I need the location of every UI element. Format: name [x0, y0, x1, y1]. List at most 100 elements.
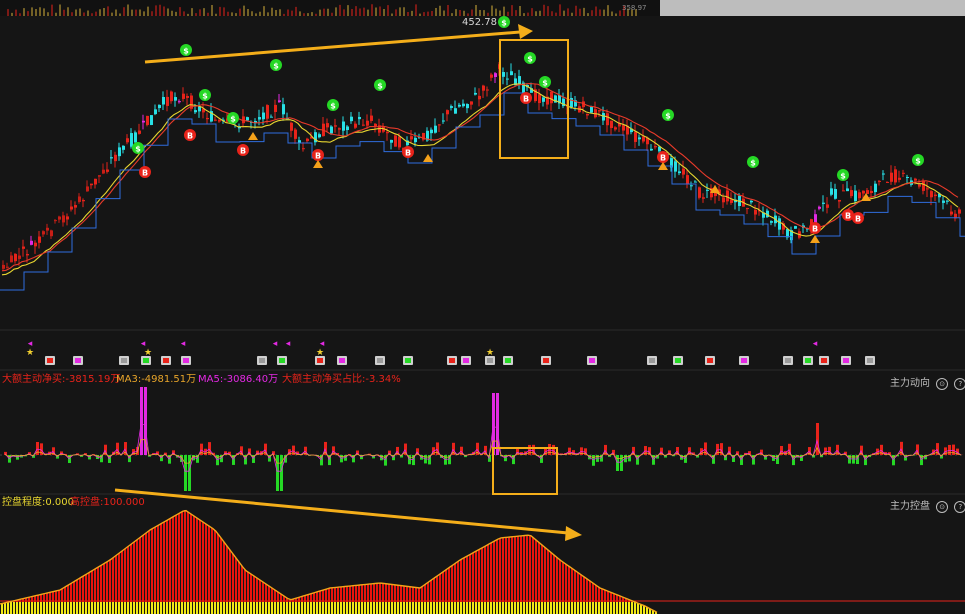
signal-glyph: ◂ [813, 339, 818, 349]
indicator-title-text: 主力动向 [890, 378, 930, 389]
candle-body [934, 194, 937, 197]
candle-body [218, 120, 221, 122]
signal-label: B [187, 132, 193, 141]
net-buy-bar [528, 444, 531, 455]
candle-body [818, 206, 821, 209]
candle-body [274, 104, 277, 113]
signal-label: $ [840, 172, 846, 181]
signal-label: B [660, 154, 666, 163]
candle-body [278, 100, 281, 102]
signal-label: $ [273, 62, 279, 71]
candle-body [390, 139, 393, 143]
legend-ma3: MA3:-4981.51万 [116, 374, 197, 385]
candle-body [86, 186, 89, 192]
candle-body [162, 97, 165, 105]
candle-body [330, 126, 333, 134]
candle-body [878, 180, 881, 182]
signal-label: B [405, 149, 411, 158]
candle-body [78, 196, 81, 202]
candle-body [862, 190, 865, 194]
control-title[interactable]: 主力控盘 ⊙ ? × [890, 497, 965, 513]
candle-body [510, 71, 513, 76]
candle-body [858, 192, 861, 199]
candle-body [30, 240, 33, 245]
legend-high-control: 高控盘:100.000 [70, 497, 145, 508]
signal-label: $ [527, 55, 533, 64]
help-icon[interactable]: ? [954, 378, 965, 390]
candle-body [586, 113, 589, 116]
candle-body [394, 135, 397, 147]
candle-body [870, 190, 873, 194]
candle-body [110, 157, 113, 159]
signal-label: $ [750, 159, 756, 168]
candle-body [634, 132, 637, 142]
net-buy-bar [492, 393, 495, 455]
candle-body [834, 189, 837, 199]
candle-body [446, 110, 449, 115]
candle-body [174, 97, 177, 101]
signal-chip-mark [339, 358, 345, 363]
candle-body [46, 227, 49, 231]
net-buy-bar [548, 443, 551, 455]
candle-body [466, 104, 469, 109]
top-strip-value: 358.97 [622, 4, 647, 12]
candle-body [494, 73, 497, 77]
signal-chip-mark [143, 358, 149, 363]
high-price-label: 452.78 [462, 17, 497, 28]
signal-label: B [315, 152, 321, 161]
candle-body [82, 200, 85, 202]
signal-chip-mark [821, 358, 827, 363]
signal-chip-mark [75, 358, 81, 363]
candle-body [350, 116, 353, 122]
candle-body [930, 191, 933, 198]
candle-body [610, 120, 613, 128]
candle-body [922, 181, 925, 191]
candle-body [34, 242, 37, 247]
signal-chip-mark [377, 358, 383, 363]
signal-chip-mark [487, 358, 493, 363]
candle-body [506, 78, 509, 80]
candle-body [18, 255, 21, 259]
legend-ma5: MA5:-3086.40万 [198, 374, 279, 385]
settings-circle-icon[interactable]: ⊙ [936, 501, 949, 513]
candle-body [902, 172, 905, 174]
candle-body [206, 117, 209, 120]
candle-body [362, 124, 365, 126]
candle-body [602, 113, 605, 121]
candle-body [450, 106, 453, 108]
candle-body [918, 184, 921, 187]
candle-body [650, 148, 653, 151]
signal-label: $ [542, 79, 548, 88]
candle-body [398, 136, 401, 148]
settings-circle-icon[interactable]: ⊙ [936, 378, 949, 390]
signal-chip-mark [741, 358, 747, 363]
candle-body [702, 197, 705, 199]
signal-label: $ [665, 112, 671, 121]
help-icon[interactable]: ? [954, 501, 965, 513]
candle-body [22, 246, 25, 249]
candle-body [298, 140, 301, 143]
net-sell-bar [444, 455, 447, 465]
signal-label: B [142, 169, 148, 178]
candle-body [366, 120, 369, 126]
candle-body [926, 188, 929, 190]
indicator-title[interactable]: 主力动向 ⊙ ? × [890, 374, 965, 390]
top-strip-scrollbar [660, 0, 965, 16]
candle-body [866, 190, 869, 194]
candle-body [10, 255, 13, 263]
signal-chip-mark [867, 358, 873, 363]
candle-body [70, 206, 73, 210]
candle-body [478, 95, 481, 100]
candle-body [538, 94, 541, 104]
candle-body [246, 117, 249, 121]
signal-chip-mark [649, 358, 655, 363]
signal-label: $ [183, 47, 189, 56]
candle-body [490, 74, 493, 78]
signal-chip-mark [405, 358, 411, 363]
candle-body [26, 254, 29, 256]
candle-body [470, 101, 473, 105]
candle-body [682, 168, 685, 175]
candle-body [342, 121, 345, 131]
candle-body [890, 172, 893, 182]
candle-body [166, 96, 169, 106]
